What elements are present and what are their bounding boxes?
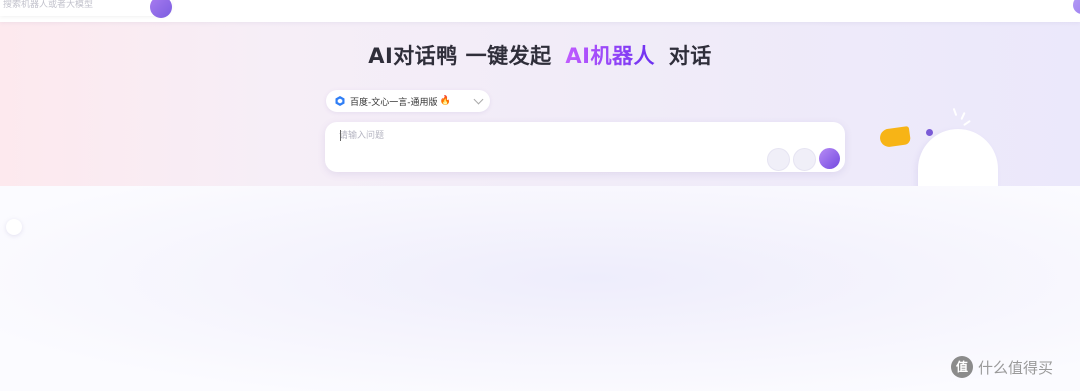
duck-eye bbox=[926, 129, 933, 136]
watermark: 值 什么值得买 bbox=[951, 356, 1053, 378]
search-button[interactable] bbox=[150, 0, 172, 18]
top-bar bbox=[0, 0, 1080, 22]
sparkle-line bbox=[952, 107, 958, 117]
text-cursor bbox=[340, 130, 341, 141]
content-area bbox=[0, 186, 1080, 391]
title-prefix: AI对话鸭 一键发起 bbox=[368, 44, 552, 68]
title-accent: AI机器人 bbox=[565, 44, 655, 68]
chat-input[interactable] bbox=[339, 129, 739, 143]
model-select-dropdown[interactable]: 百度-文心一言-通用版 🔥 bbox=[326, 90, 490, 112]
model-logo-icon bbox=[335, 96, 345, 106]
attach-button[interactable] bbox=[767, 148, 790, 171]
sparkle-line bbox=[963, 119, 971, 127]
search-box bbox=[0, 0, 172, 16]
chat-input-box bbox=[325, 122, 845, 172]
duck-mascot bbox=[918, 129, 998, 186]
voice-button[interactable] bbox=[793, 148, 816, 171]
sparkle-line bbox=[960, 111, 966, 121]
chevron-down-icon bbox=[473, 94, 484, 105]
send-button[interactable] bbox=[819, 148, 840, 169]
duck-beak bbox=[878, 125, 912, 148]
hero-banner: AI对话鸭 一键发起 AI机器人 对话 百度-文心一言-通用版 🔥 bbox=[0, 22, 1080, 186]
page-title: AI对话鸭 一键发起 AI机器人 对话 bbox=[0, 40, 1080, 70]
watermark-text: 什么值得买 bbox=[978, 358, 1054, 377]
model-name: 百度-文心一言-通用版 bbox=[350, 97, 438, 108]
user-avatar[interactable] bbox=[1073, 0, 1080, 14]
sidebar-toggle[interactable] bbox=[6, 219, 22, 235]
watermark-logo: 值 bbox=[951, 356, 973, 378]
fire-icon: 🔥 bbox=[439, 96, 451, 106]
title-suffix: 对话 bbox=[668, 44, 712, 68]
search-input[interactable] bbox=[3, 0, 143, 13]
